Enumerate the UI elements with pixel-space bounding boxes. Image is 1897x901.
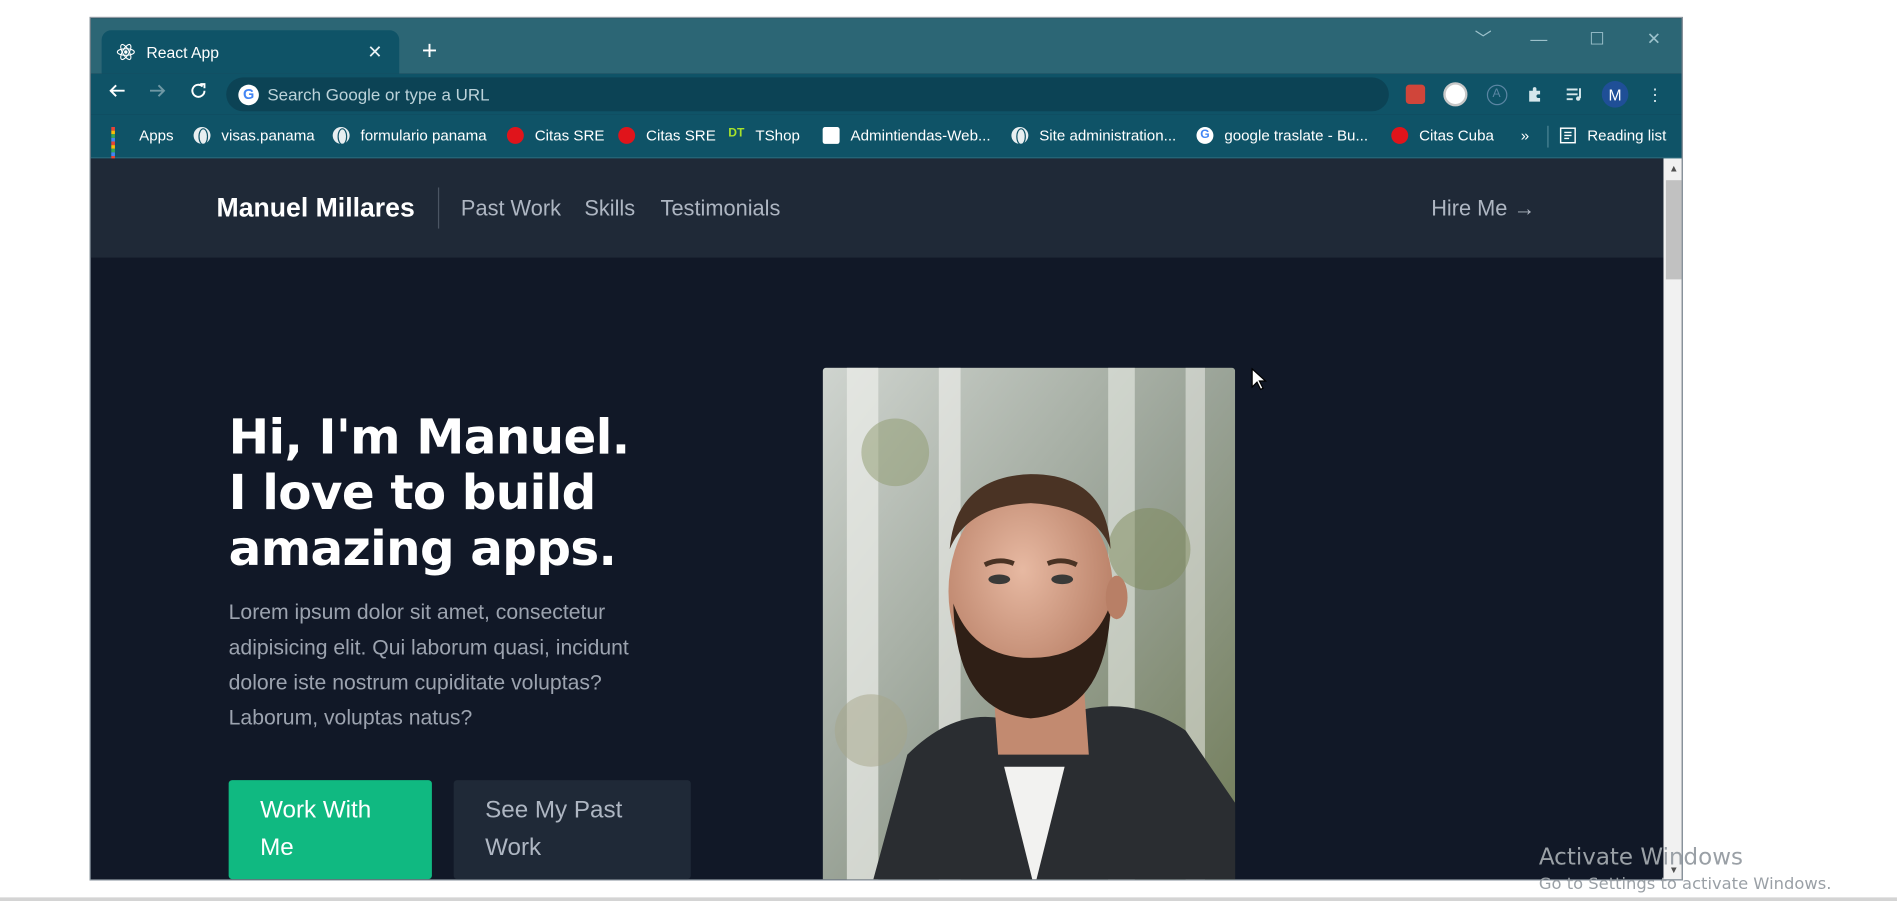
hire-me-label: Hire Me [1431, 195, 1508, 221]
bookmark-citas-sre-2[interactable]: Citas SRE [618, 125, 716, 147]
watermark-subtitle: Go to Settings to activate Windows. [1538, 874, 1832, 894]
see-past-work-button[interactable]: See My Past Work [453, 780, 691, 880]
bookmark-citas-sre-1[interactable]: Citas SRE [506, 125, 605, 147]
bookmark-visas-panama[interactable]: visas.panama [193, 125, 315, 147]
bookmark-label: visas.panama [221, 126, 315, 144]
reload-icon [191, 83, 206, 98]
bookmark-admintiendas[interactable]: Admintiendas-Web... [822, 125, 991, 147]
bookmark-label: google traslate - Bu... [1224, 126, 1369, 144]
work-with-me-button[interactable]: Work With Me [228, 780, 432, 880]
red-circle-icon [618, 126, 636, 144]
bookmark-label: Citas Cuba [1419, 126, 1494, 144]
maximize-button[interactable]: ☐ [1579, 28, 1615, 52]
windows-activation-watermark: Activate Windows Go to Settings to activ… [1539, 844, 1832, 894]
globe-icon [332, 126, 350, 146]
profile-photo [822, 367, 1236, 880]
globe-icon [1011, 126, 1029, 146]
new-tab-button[interactable]: + [415, 37, 444, 66]
bookmark-citas-cuba[interactable]: Citas Cuba [1391, 125, 1494, 147]
close-icon[interactable]: ✕ [365, 42, 384, 63]
hero-title: Hi, I'm Manuel. I love to build amazing … [229, 410, 630, 577]
reading-list-button[interactable]: Reading list [1559, 125, 1666, 147]
menu-kebab-icon[interactable]: ⋮ [1642, 81, 1669, 108]
tab-strip: React App ✕ + ﹀ — ☐ ✕ [90, 18, 1682, 74]
arrow-right-icon [150, 84, 166, 97]
scroll-up-icon[interactable]: ▲ [1663, 160, 1681, 179]
hero-line: I love to build [228, 465, 597, 522]
bookmark-label: Admintiendas-Web... [850, 126, 991, 144]
bookmark-label: TShop [755, 126, 800, 144]
bookmark-label: formulario panama [360, 126, 487, 144]
media-queue-icon[interactable] [1561, 81, 1588, 108]
browser-toolbar: G Search Google or type a URL A M ⋮ [90, 73, 1682, 115]
puzzle-icon[interactable] [1522, 81, 1549, 108]
red-circle-icon [1391, 126, 1409, 144]
bookmark-label: Citas SRE [646, 126, 716, 144]
hero-line: amazing apps. [228, 521, 617, 577]
red-circle-icon [506, 126, 524, 144]
site-header: Manuel Millares Past Work Skills Testimo… [90, 158, 1664, 258]
window-close-button[interactable]: ✕ [1636, 28, 1672, 52]
nav-testimonials[interactable]: Testimonials [661, 196, 781, 221]
extension-red-icon[interactable] [1402, 81, 1429, 108]
hire-me-link[interactable]: Hire Me → [1431, 196, 1535, 221]
tab-react-app[interactable]: React App ✕ [101, 30, 400, 74]
globe-icon [193, 126, 211, 146]
extension-doc-icon[interactable] [1442, 81, 1469, 108]
bookmark-tshop[interactable]: DT TShop [728, 125, 800, 147]
reload-button[interactable] [185, 81, 212, 108]
bookmark-formulario-panama[interactable]: formulario panama [332, 125, 487, 147]
browser-window: React App ✕ + ﹀ — ☐ ✕ G Search Google or… [89, 16, 1683, 881]
profile-avatar[interactable]: M [1601, 81, 1629, 108]
nav-past-work[interactable]: Past Work [461, 196, 561, 221]
extension-a-icon[interactable]: A [1483, 81, 1510, 108]
hero-description: Lorem ipsum dolor sit amet, consectetur … [228, 599, 629, 730]
bookmark-google-traslate[interactable]: G google traslate - Bu... [1196, 125, 1368, 147]
arrow-right-icon: → [1513, 195, 1536, 221]
bookmarks-divider [1547, 125, 1549, 148]
screen: React App ✕ + ﹀ — ☐ ✕ G Search Google or… [0, 0, 1897, 901]
bookmarks-overflow-button[interactable]: » [1521, 125, 1529, 147]
header-divider [437, 187, 440, 229]
tab-title: React App [146, 42, 219, 62]
mouse-cursor-icon [1251, 367, 1268, 391]
minimize-button[interactable]: — [1521, 28, 1557, 52]
react-icon [116, 42, 135, 61]
site-brand[interactable]: Manuel Millares [217, 192, 415, 223]
reading-list-label: Reading list [1587, 126, 1667, 144]
back-button[interactable] [104, 81, 131, 108]
address-bar[interactable]: G Search Google or type a URL [226, 77, 1389, 112]
page-scrollbar[interactable]: ▲ ▼ [1663, 158, 1682, 880]
dt-icon: DT [728, 126, 745, 141]
reading-list-icon [1559, 127, 1576, 144]
forward-button[interactable] [144, 81, 171, 108]
tab-search-chevron-icon[interactable]: ﹀ [1465, 28, 1501, 52]
taskbar-edge [0, 897, 1897, 901]
address-placeholder: Search Google or type a URL [267, 84, 490, 105]
bookmark-apps[interactable]: Apps [111, 125, 174, 160]
apps-grid-icon [111, 126, 128, 160]
admin-icon [822, 126, 840, 144]
bookmark-label: Apps [139, 126, 174, 144]
scrollbar-thumb[interactable] [1665, 180, 1682, 280]
bookmarks-bar: Apps visas.panama formulario panama Cita… [90, 114, 1682, 160]
hero-line: Hi, I'm Manuel. [228, 409, 630, 466]
google-icon: G [238, 84, 259, 105]
nav-skills[interactable]: Skills [584, 196, 635, 221]
google-icon: G [1196, 126, 1214, 144]
page-viewport: Manuel Millares Past Work Skills Testimo… [90, 158, 1664, 880]
arrow-left-icon [109, 84, 125, 97]
bookmark-label: Citas SRE [534, 126, 605, 144]
watermark-title: Activate Windows [1538, 844, 1743, 871]
bookmark-site-administration[interactable]: Site administration... [1011, 125, 1176, 147]
bookmark-label: Site administration... [1039, 126, 1177, 144]
